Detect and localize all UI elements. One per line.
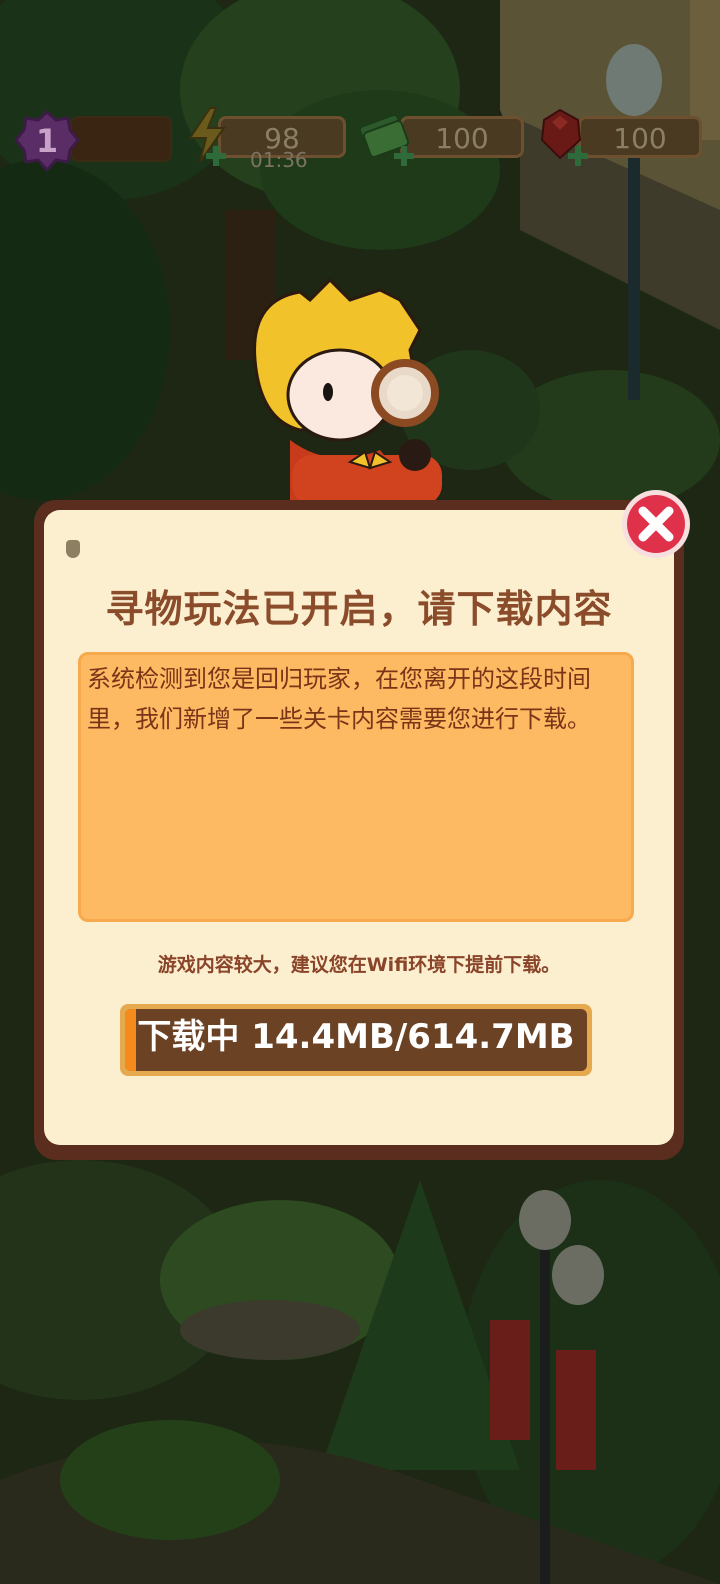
add-cash-icon[interactable] (394, 146, 414, 166)
cash-value: 100 (435, 122, 489, 155)
add-energy-icon[interactable] (206, 146, 226, 166)
level-progress-bar (70, 116, 172, 162)
add-gem-icon[interactable] (568, 146, 588, 166)
download-progress-bar: 下载中 14.4MB/614.7MB (120, 1004, 592, 1076)
wifi-hint: 游戏内容较大，建议您在Wifi环境下提前下载。 (157, 954, 561, 976)
close-icon[interactable] (618, 486, 694, 562)
pin-icon (66, 540, 80, 558)
top-resource-bar: 1 98 01:36 100 100 (0, 107, 720, 173)
progress-track: 下载中 14.4MB/614.7MB (125, 1009, 587, 1071)
download-dialog: 寻物玩法已开启，请下载内容 系统检测到您是回归玩家，在您离开的这段时间里，我们新… (34, 500, 684, 1160)
dialog-panel: 寻物玩法已开启，请下载内容 系统检测到您是回归玩家，在您离开的这段时间里，我们新… (44, 510, 674, 1145)
progress-text: 下载中 14.4MB/614.7MB (137, 1017, 575, 1057)
energy-timer: 01:36 (250, 148, 308, 172)
message-text: 系统检测到您是回归玩家，在您离开的这段时间里，我们新增了一些关卡内容需要您进行下… (87, 665, 591, 733)
cash-counter[interactable]: 100 (400, 116, 524, 158)
dialog-title: 寻物玩法已开启，请下载内容 (105, 587, 613, 631)
gem-value: 100 (613, 122, 667, 155)
level-number: 1 (35, 122, 59, 160)
gem-counter[interactable]: 100 (578, 116, 702, 158)
message-box: 系统检测到您是回归玩家，在您离开的这段时间里，我们新增了一些关卡内容需要您进行下… (78, 652, 634, 922)
